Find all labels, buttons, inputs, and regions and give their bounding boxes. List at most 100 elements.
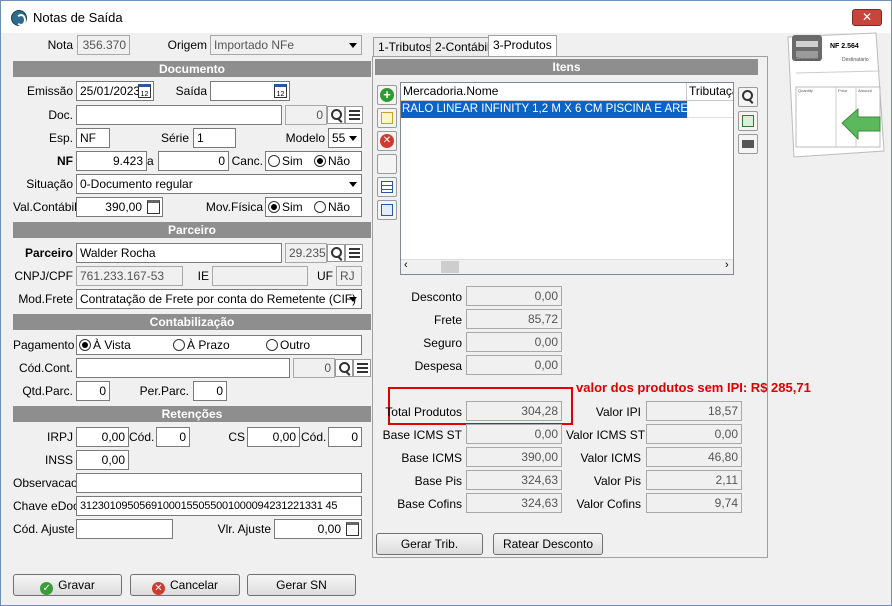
col-header-tributacao[interactable]: Tributaçã <box>687 83 733 101</box>
totalprod-field[interactable]: 304,28 <box>466 401 562 421</box>
obs-field[interactable] <box>76 473 362 493</box>
pag-prazo-radio[interactable]: À Prazo <box>173 338 230 352</box>
pag-outro-radio[interactable]: Outro <box>266 338 310 352</box>
desconto-field[interactable]: 0,00 <box>466 286 562 306</box>
cs-field[interactable]: 0,00 <box>247 427 300 447</box>
baseicmsst-field[interactable]: 0,00 <box>466 424 562 444</box>
nf-document-logo: NF 2.564 Remetente Destinatário Quantity… <box>784 31 888 159</box>
table-row[interactable]: RALO LINEAR INFINITY 1,2 M X 6 CM PISCIN… <box>401 101 687 118</box>
qtdparc-field[interactable]: 0 <box>76 381 110 401</box>
calendar-icon[interactable]: 12 <box>274 84 287 98</box>
edit-icon[interactable] <box>377 108 397 128</box>
doc-field[interactable] <box>76 105 282 125</box>
list-icon[interactable] <box>345 106 363 124</box>
parceiro-field[interactable]: Walder Rocha <box>76 243 282 263</box>
chave-field[interactable]: 3123010950569100015505500100009423122133… <box>76 496 362 516</box>
tab-tributos[interactable]: 1-Tributos <box>373 37 437 57</box>
canc-nao-radio[interactable]: Não <box>314 154 350 168</box>
codajuste-field[interactable] <box>76 519 173 539</box>
nota-field[interactable]: 356.370 <box>77 35 130 55</box>
radio-on-icon <box>268 201 280 213</box>
calculator-icon[interactable] <box>147 200 160 214</box>
cod2-field[interactable]: 0 <box>328 427 362 447</box>
modelo-select[interactable]: 55 <box>328 128 362 148</box>
print-icon[interactable] <box>738 134 758 154</box>
pag-vista-radio[interactable]: À Vista <box>79 338 131 352</box>
table-cell[interactable] <box>687 101 733 118</box>
valcontabil-field[interactable]: 390,00 <box>76 197 163 217</box>
gerarsn-button[interactable]: Gerar SN <box>247 574 356 596</box>
search-icon[interactable] <box>738 87 758 107</box>
tab-produtos[interactable]: 3-Produtos <box>488 35 557 57</box>
serie-field[interactable]: 1 <box>193 128 236 148</box>
list-icon[interactable] <box>345 244 363 262</box>
cancelar-button[interactable]: ✕ Cancelar <box>130 574 240 596</box>
nf-to-field[interactable]: 0 <box>158 151 229 171</box>
frete-field[interactable]: 85,72 <box>466 309 562 329</box>
parceiro-code-field[interactable]: 29.235 <box>285 243 327 263</box>
uf-field[interactable]: RJ <box>336 266 362 286</box>
gravar-label: Gravar <box>58 578 95 592</box>
mov-sim-radio[interactable]: Sim <box>268 200 303 214</box>
basepis-field[interactable]: 324,63 <box>466 470 562 490</box>
saida-date-field[interactable]: 12 <box>210 81 290 101</box>
col-header-mercadoria[interactable]: Mercadoria.Nome <box>401 83 687 101</box>
mov-nao-label: Não <box>328 200 351 214</box>
valoricms-field[interactable]: 46,80 <box>646 447 742 467</box>
valorcofins-field[interactable]: 9,74 <box>646 493 742 513</box>
gravar-button[interactable]: ✓ Gravar <box>13 574 122 596</box>
logo-remetente: Remetente <box>796 57 821 63</box>
origem-select[interactable]: Importado NFe <box>210 35 362 55</box>
frete-label: Frete <box>433 313 462 327</box>
seguro-field[interactable]: 0,00 <box>466 332 562 352</box>
vlrajuste-value: 0,00 <box>317 522 341 536</box>
scroll-thumb[interactable] <box>441 261 459 273</box>
mov-nao-radio[interactable]: Não <box>314 200 350 214</box>
situacao-select[interactable]: 0-Documento regular <box>76 174 362 194</box>
grid-icon[interactable] <box>377 177 397 197</box>
ratear-desconto-button[interactable]: Ratear Desconto <box>493 533 603 555</box>
calculator-icon[interactable] <box>346 522 359 536</box>
canc-sim-radio[interactable]: Sim <box>268 154 303 168</box>
valorpis-field[interactable]: 2,11 <box>646 470 742 490</box>
gerar-trib-button[interactable]: Gerar Trib. <box>376 533 483 555</box>
search-icon[interactable] <box>327 106 345 124</box>
search-icon[interactable] <box>335 359 353 377</box>
esp-field[interactable]: NF <box>76 128 110 148</box>
baseicms-field[interactable]: 390,00 <box>466 447 562 467</box>
calendar-icon[interactable]: 12 <box>138 84 151 98</box>
basecofins-field[interactable]: 324,63 <box>466 493 562 513</box>
chevron-left-icon[interactable]: ‹ <box>404 259 408 271</box>
ie-field[interactable] <box>212 266 308 286</box>
tab-contabil[interactable]: 2-Contábil <box>430 37 495 57</box>
cnpj-field[interactable]: 761.233.167-53 <box>76 266 183 286</box>
codcont-number-field[interactable]: 0 <box>293 358 335 378</box>
close-button[interactable]: ✕ <box>852 9 882 26</box>
irpj-field[interactable]: 0,00 <box>76 427 129 447</box>
doc-number-field[interactable]: 0 <box>285 105 327 125</box>
inss-field[interactable]: 0,00 <box>76 450 129 470</box>
cod1-field[interactable]: 0 <box>156 427 190 447</box>
valoripi-field[interactable]: 18,57 <box>646 401 742 421</box>
modfrete-select[interactable]: Contratação de Frete por conta do Remete… <box>76 289 362 309</box>
vlrajuste-field[interactable]: 0,00 <box>274 519 362 539</box>
baseicms-label: Base ICMS <box>401 451 462 465</box>
radio-off-icon <box>266 339 278 351</box>
nf-from-field[interactable]: 9.423 <box>76 151 147 171</box>
chevron-right-icon[interactable]: › <box>725 259 729 271</box>
emissao-date-field[interactable]: 25/01/2023 12 <box>76 81 154 101</box>
add-icon[interactable]: + <box>377 85 397 105</box>
basecofins-label: Base Cofins <box>397 497 462 511</box>
blank-button[interactable] <box>377 154 397 174</box>
codcont-field[interactable] <box>76 358 290 378</box>
list-icon[interactable] <box>353 359 371 377</box>
cod1-label: Cód. <box>129 430 155 444</box>
despesa-field[interactable]: 0,00 <box>466 355 562 375</box>
export-icon[interactable] <box>738 111 758 131</box>
delete-icon[interactable]: ✕ <box>377 131 397 151</box>
search-icon[interactable] <box>327 244 345 262</box>
valoricmsst-field[interactable]: 0,00 <box>646 424 742 444</box>
perparc-field[interactable]: 0 <box>193 381 227 401</box>
modelo-value: 55 <box>332 131 346 145</box>
edit-grid-icon[interactable] <box>377 200 397 220</box>
